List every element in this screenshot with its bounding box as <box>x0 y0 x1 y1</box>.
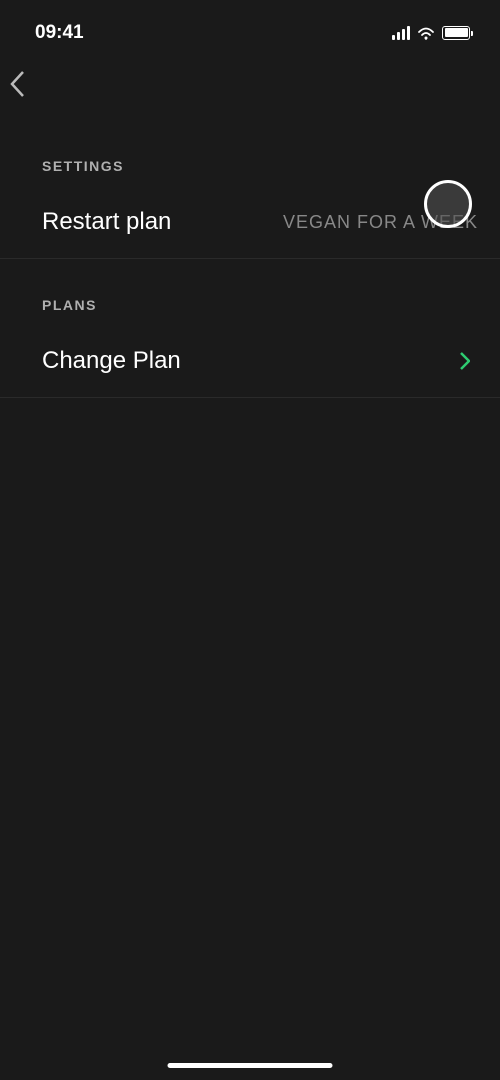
restart-plan-item[interactable]: Restart plan VEGAN FOR A WEEK <box>0 192 500 259</box>
restart-plan-label: Restart plan <box>42 208 171 236</box>
status-bar: 09:41 <box>0 0 500 50</box>
chevron-left-icon <box>10 70 24 98</box>
content: SETTINGS Restart plan VEGAN FOR A WEEK P… <box>0 123 500 398</box>
status-time: 09:41 <box>35 22 84 44</box>
signal-icon <box>392 26 410 40</box>
change-plan-label: Change Plan <box>42 347 181 375</box>
home-indicator[interactable] <box>168 1063 333 1068</box>
wifi-icon <box>417 26 435 40</box>
settings-section-header: SETTINGS <box>0 158 500 192</box>
battery-icon <box>442 26 470 40</box>
change-plan-item[interactable]: Change Plan <box>0 331 500 398</box>
chevron-right-icon <box>460 352 470 370</box>
back-button[interactable] <box>0 50 500 123</box>
status-icons <box>392 26 470 40</box>
plans-section-header: PLANS <box>0 297 500 331</box>
restart-plan-value: VEGAN FOR A WEEK <box>283 212 478 233</box>
